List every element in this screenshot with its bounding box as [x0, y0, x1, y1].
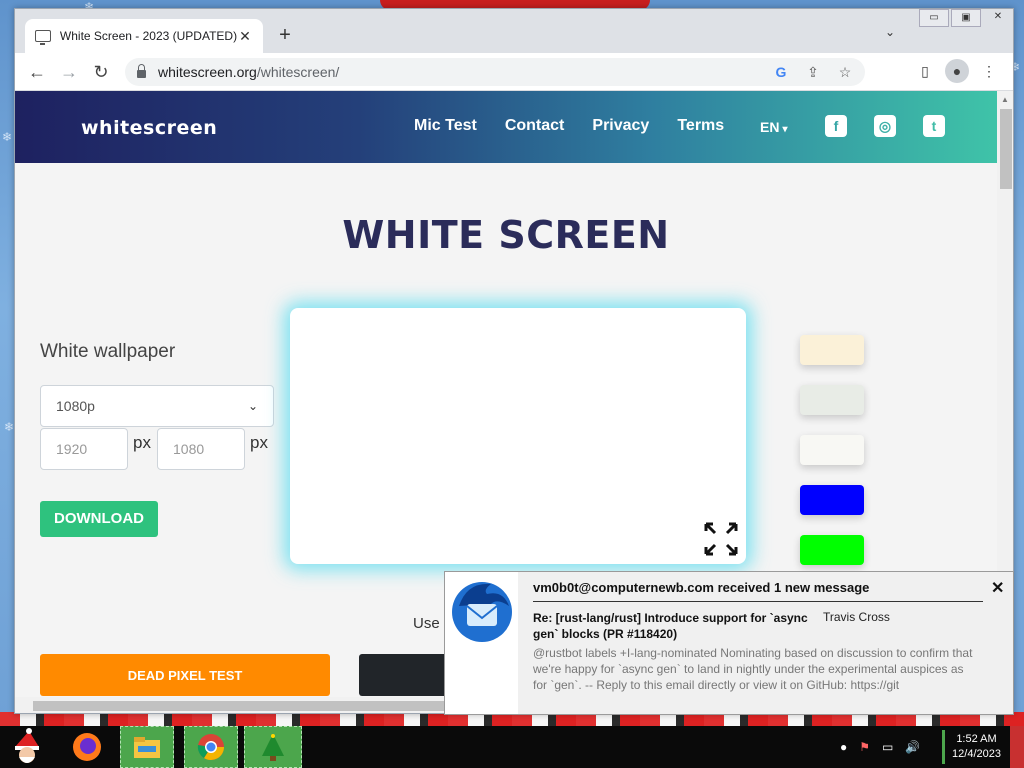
window-controls: ▭ ▣ ✕	[917, 9, 1013, 29]
forward-button[interactable]: →	[57, 60, 81, 84]
fullscreen-icon[interactable]	[703, 521, 739, 557]
scroll-up-icon[interactable]: ▲	[1001, 95, 1009, 104]
notification-sender: vm0b0t@computernewb.com received 1 new m…	[533, 580, 870, 595]
site-nav-links: Mic Test Contact Privacy Terms	[414, 117, 724, 135]
profile-avatar-icon[interactable]: ●	[945, 59, 969, 83]
height-input[interactable]: 1080	[157, 428, 245, 470]
restore-button[interactable]: ▣	[951, 9, 981, 27]
color-swatch-green[interactable]	[800, 535, 864, 565]
lock-icon[interactable]	[137, 63, 146, 78]
bookmark-star-icon[interactable]: ☆	[835, 62, 855, 82]
window-close-button[interactable]: ✕	[983, 9, 1013, 27]
notification-body: @rustbot labels +I-lang-nominated Nomina…	[533, 646, 973, 692]
share-icon[interactable]: ⇪	[803, 62, 823, 82]
height-unit-label: px	[250, 433, 268, 452]
dead-pixel-test-button[interactable]: DEAD PIXEL TEST	[40, 654, 330, 696]
site-header: whitescreen Mic Test Contact Privacy Ter…	[15, 91, 997, 163]
notification-subject: Re: [rust-lang/rust] Introduce support f…	[533, 611, 808, 641]
vertical-scroll-thumb[interactable]	[1000, 109, 1012, 189]
notification-close-icon[interactable]: ✕	[991, 578, 1004, 598]
download-button[interactable]: DOWNLOAD	[40, 501, 158, 537]
nav-mic-test[interactable]: Mic Test	[414, 117, 477, 135]
tab-title: White Screen - 2023 (UPDATED)	[59, 29, 238, 43]
twitter-icon[interactable]: t	[923, 115, 945, 137]
action-center-flag-icon[interactable]: ⚑	[859, 740, 870, 754]
tab-whitescreen[interactable]: White Screen - 2023 (UPDATED) ✕	[25, 19, 263, 53]
tab-close-icon[interactable]: ✕	[237, 28, 253, 45]
horizontal-scroll-thumb[interactable]	[33, 701, 453, 711]
show-desktop-button[interactable]	[1010, 726, 1024, 768]
notification-from: Travis Cross	[823, 610, 890, 624]
tray-dot-icon[interactable]: ●	[840, 740, 847, 754]
clock-time: 1:52 AM	[956, 733, 997, 745]
christmas-tree-icon[interactable]	[244, 726, 302, 768]
browser-menu-icon[interactable]: ⋮	[977, 59, 1001, 83]
taskbar-clock[interactable]: 1:52 AM 12/4/2023	[942, 730, 1008, 764]
browser-toolbar: ← → ↻ whitescreen.org/whitescreen/ G ⇪ ☆…	[15, 53, 1013, 91]
volume-icon[interactable]: 🔊	[905, 740, 920, 754]
chevron-down-icon: ⌄	[247, 399, 258, 413]
address-bar[interactable]: whitescreen.org/whitescreen/ G ⇪ ☆	[125, 58, 865, 86]
nav-terms[interactable]: Terms	[677, 117, 724, 135]
thunderbird-icon	[445, 572, 518, 714]
firefox-icon[interactable]	[64, 726, 110, 768]
page-title: WHITE SCREEN	[342, 213, 670, 257]
color-preview-box[interactable]	[290, 308, 746, 564]
wallpaper-subtitle: White wallpaper	[40, 341, 176, 362]
width-input[interactable]: 1920	[40, 428, 128, 470]
notification-divider	[533, 601, 983, 602]
resolution-select[interactable]: 1080p ⌄	[40, 385, 274, 427]
reload-button[interactable]: ↻	[89, 60, 113, 84]
clock-date: 12/4/2023	[952, 748, 1001, 760]
monitor-icon	[35, 30, 51, 45]
instagram-icon[interactable]: ◎	[874, 115, 896, 137]
network-icon[interactable]: ▭	[882, 740, 893, 754]
color-swatch-grey-white[interactable]	[800, 385, 864, 415]
language-dropdown[interactable]: EN	[760, 119, 787, 135]
site-logo[interactable]: whitescreen	[81, 117, 217, 139]
color-swatch-blue[interactable]	[800, 485, 864, 515]
url-text[interactable]: whitescreen.org/whitescreen/	[158, 64, 339, 80]
snowflake-decoration: ❄	[4, 420, 15, 434]
start-button-santa-icon[interactable]	[0, 726, 54, 768]
use-text: Use	[413, 615, 440, 632]
google-translate-icon[interactable]: G	[771, 62, 791, 82]
side-panel-icon[interactable]: ▯	[913, 59, 937, 83]
minimize-button[interactable]: ▭	[919, 9, 949, 27]
tab-search-chevron-icon[interactable]: ⌄	[885, 25, 895, 39]
nav-contact[interactable]: Contact	[505, 117, 565, 135]
color-swatch-off-white[interactable]	[800, 435, 864, 465]
nav-privacy[interactable]: Privacy	[592, 117, 649, 135]
new-tab-button[interactable]: +	[273, 23, 297, 47]
chrome-icon[interactable]	[184, 726, 238, 768]
taskbar: ● ⚑ ▭ 🔊 1:52 AM 12/4/2023	[0, 726, 1024, 768]
tab-strip: White Screen - 2023 (UPDATED) ✕ + ⌄ ▭ ▣ …	[15, 9, 1013, 53]
facebook-icon[interactable]: f	[825, 115, 847, 137]
color-swatch-cream[interactable]	[800, 335, 864, 365]
system-tray: ● ⚑ ▭ 🔊	[840, 726, 920, 768]
file-explorer-icon[interactable]	[120, 726, 174, 768]
width-unit-label: px	[133, 433, 151, 452]
mail-notification[interactable]: vm0b0t@computernewb.com received 1 new m…	[444, 571, 1014, 715]
snowflake-decoration: ❄	[2, 130, 13, 144]
back-button[interactable]: ←	[25, 60, 49, 84]
